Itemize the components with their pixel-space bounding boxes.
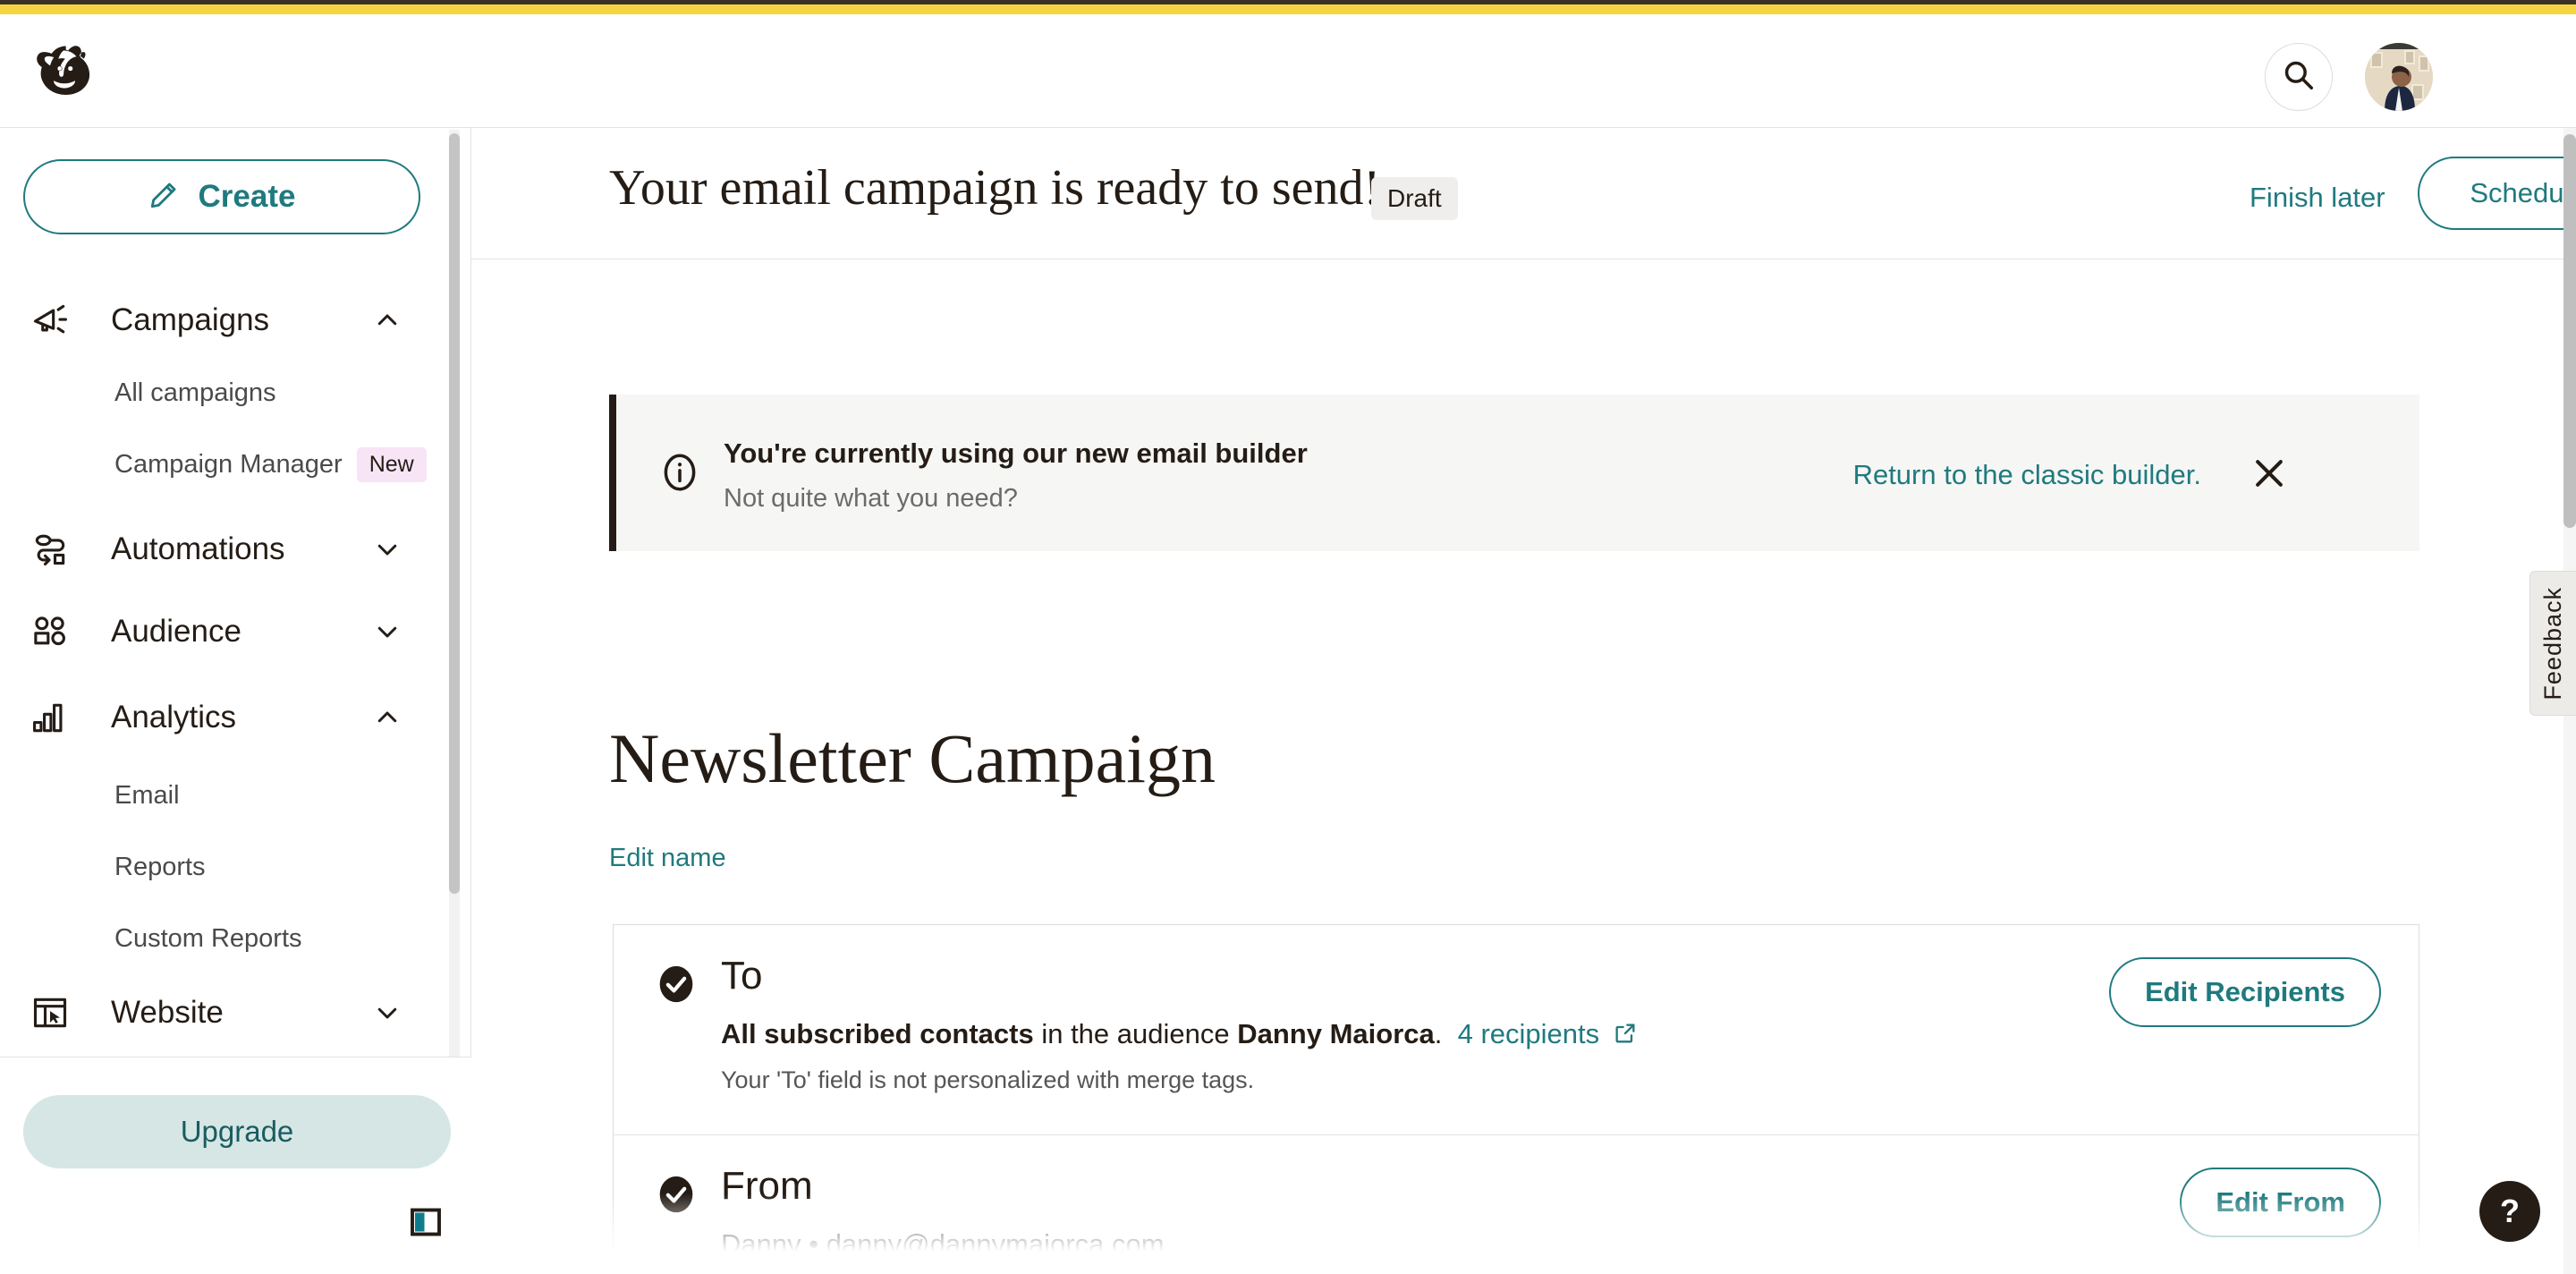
chevron-down-icon <box>374 536 401 563</box>
pencil-icon <box>148 180 179 215</box>
sidebar-item-custom-reports[interactable]: Custom Reports <box>0 911 447 966</box>
campaign-checklist-card: To All subscribed contacts in the audien… <box>613 924 2419 1274</box>
checklist-row-to: To All subscribed contacts in the audien… <box>614 925 2419 1135</box>
banner-title: You're currently using our new email bui… <box>724 437 1308 469</box>
sidebar-item-campaigns[interactable]: Campaigns <box>0 288 447 352</box>
finish-later-link[interactable]: Finish later <box>2250 182 2385 214</box>
question-mark-icon: ? <box>2500 1193 2520 1229</box>
automation-icon <box>25 530 75 569</box>
external-link-icon[interactable] <box>1613 1021 1638 1053</box>
sidebar-item-campaign-manager[interactable]: Campaign Manager New <box>0 437 447 492</box>
brand-accent-bar <box>0 4 2576 14</box>
page-title: Your email campaign is ready to send! <box>609 160 1381 216</box>
detail-connector: in the audience <box>1033 1018 1238 1049</box>
sidebar-item-email[interactable]: Email <box>0 768 447 823</box>
audience-scope: All subscribed contacts <box>721 1018 1034 1049</box>
website-icon <box>25 993 75 1032</box>
detail-period: . <box>1434 1018 1443 1049</box>
edit-recipients-button[interactable]: Edit Recipients <box>2109 957 2381 1027</box>
checklist-row-to-detail: All subscribed contacts in the audience … <box>721 1018 1638 1053</box>
sidebar-scroll-region: Create Campaigns All campaigns Campaign … <box>0 128 471 1057</box>
sidebar-item-all-campaigns[interactable]: All campaigns <box>0 365 447 420</box>
campaign-header-bar: Your email campaign is ready to send! Dr… <box>471 128 2576 259</box>
schedule-button[interactable]: Schedule <box>2418 157 2576 230</box>
create-button-label: Create <box>198 179 296 214</box>
sidebar-item-analytics-label: Analytics <box>111 700 237 735</box>
avatar-image <box>2365 43 2433 111</box>
chevron-down-icon <box>374 618 401 645</box>
checklist-row-from-title: From <box>721 1164 813 1208</box>
sidebar-item-campaigns-label: Campaigns <box>111 302 270 337</box>
chevron-up-icon <box>374 704 401 731</box>
search-button[interactable] <box>2265 43 2333 111</box>
sidebar-item-email-label: Email <box>114 780 180 810</box>
sidebar-item-campaign-manager-label: Campaign Manager <box>114 449 343 479</box>
upgrade-button[interactable]: Upgrade <box>23 1095 451 1168</box>
checklist-row-to-title: To <box>721 954 763 998</box>
sidebar-item-audience[interactable]: Audience <box>0 599 447 664</box>
info-circle-icon <box>657 450 702 499</box>
sidebar-item-reports-label: Reports <box>114 852 206 881</box>
collapse-sidebar-icon[interactable] <box>410 1206 442 1238</box>
chevron-up-icon <box>374 307 401 334</box>
checklist-row-to-note: Your 'To' field is not personalized with… <box>721 1066 1255 1093</box>
sidebar-item-audience-label: Audience <box>111 614 242 649</box>
avatar[interactable] <box>2365 43 2433 111</box>
checklist-row-from: From Danny • danny@dannymaiorca.com Edit… <box>614 1135 2419 1274</box>
create-button[interactable]: Create <box>23 159 420 234</box>
audience-name: Danny Maiorca <box>1237 1018 1435 1049</box>
sidebar-item-website-label: Website <box>111 995 224 1030</box>
megaphone-icon <box>25 301 75 340</box>
sidebar-item-automations[interactable]: Automations <box>0 517 447 582</box>
chevron-down-icon <box>374 999 401 1026</box>
sidebar-item-analytics[interactable]: Analytics <box>0 685 447 750</box>
close-icon[interactable] <box>2246 450 2292 497</box>
main-content: Your email campaign is ready to send! Dr… <box>471 128 2576 1274</box>
search-icon <box>2282 58 2316 97</box>
main-scrollbar-thumb[interactable] <box>2563 134 2576 528</box>
sidebar-scrollbar-thumb[interactable] <box>449 133 460 894</box>
campaign-name: Newsletter Campaign <box>609 719 1216 797</box>
sidebar: Create Campaigns All campaigns Campaign … <box>0 128 471 1274</box>
feedback-tab-label: Feedback <box>2539 586 2566 701</box>
feedback-tab[interactable]: Feedback <box>2529 571 2576 716</box>
sidebar-item-custom-reports-label: Custom Reports <box>114 923 302 953</box>
check-circle-icon <box>657 1175 696 1214</box>
audience-icon <box>25 612 75 651</box>
status-badge: Draft <box>1371 177 1458 220</box>
checklist-row-from-detail: Danny • danny@dannymaiorca.com <box>721 1228 1165 1260</box>
bar-chart-icon <box>25 698 75 737</box>
edit-name-link[interactable]: Edit name <box>609 844 726 873</box>
sidebar-item-automations-label: Automations <box>111 531 285 566</box>
return-to-classic-builder-link[interactable]: Return to the classic builder. <box>1853 459 2201 491</box>
mailchimp-logo-icon[interactable] <box>27 34 102 109</box>
help-button[interactable]: ? <box>2479 1181 2540 1242</box>
sidebar-item-all-campaigns-label: All campaigns <box>114 378 276 407</box>
edit-from-button[interactable]: Edit From <box>2180 1168 2381 1237</box>
sidebar-item-website[interactable]: Website <box>0 981 447 1045</box>
sidebar-footer: Upgrade <box>0 1057 471 1274</box>
recipients-count-link[interactable]: 4 recipients <box>1458 1018 1600 1049</box>
global-header <box>0 14 2576 128</box>
new-builder-banner: You're currently using our new email bui… <box>609 395 2419 551</box>
check-circle-icon <box>657 964 696 1004</box>
sidebar-item-reports[interactable]: Reports <box>0 839 447 895</box>
banner-subtitle: Not quite what you need? <box>724 484 1018 513</box>
new-badge: New <box>356 446 427 482</box>
